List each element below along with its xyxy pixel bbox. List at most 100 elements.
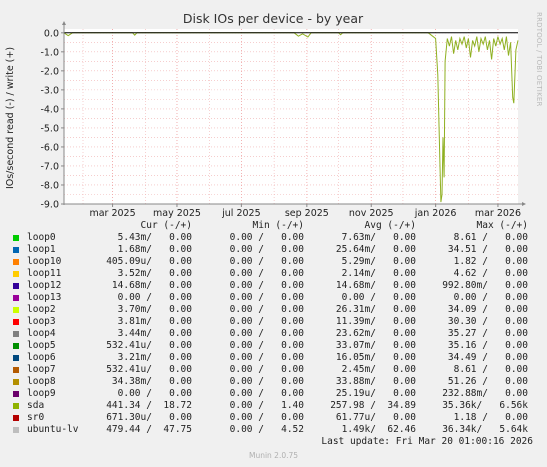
legend-row: sda 441.34 / 18.72 0.00 / 1.40 257.98 / 34.… — [0, 400, 547, 412]
legend-min-value: 0.00 / 0.00 — [229, 280, 304, 291]
y-axis-label: IOs/second read (-) / write (+) — [5, 47, 16, 189]
legend-min-value: 0.00 / 1.40 — [229, 400, 304, 411]
y-tick-label: -1.0 — [40, 47, 59, 58]
legend-row: loop8 34.38m/ 0.00 0.00 / 0.00 33.88m/ 0.00… — [0, 376, 547, 388]
legend-header: Cur (-/+) Min (-/+) Avg (-/+) Max (-/+) — [0, 220, 547, 232]
legend-max-value: 4.62 / 0.00 — [453, 268, 528, 279]
watermark: RRDTOOL / TOBI OETIKER — [535, 12, 543, 107]
legend-min-value: 0.00 / 0.00 — [229, 316, 304, 327]
legend-series-name: loop13 — [27, 292, 62, 303]
legend-series-name: loop4 — [27, 328, 56, 339]
legend-row: ubuntu-lv 479.44 / 47.75 0.00 / 4.52 1.49k/… — [0, 424, 547, 436]
legend-cur-value: 405.09u/ 0.00 — [106, 256, 192, 267]
legend-max-value: 51.26 / 0.00 — [447, 376, 528, 387]
legend-cur-value: 3.52m/ 0.00 — [117, 268, 192, 279]
legend-row: sr0 671.30u/ 0.00 0.00 / 0.00 61.77u/ 0.00 1… — [0, 412, 547, 424]
legend-series-name: ubuntu-lv — [27, 424, 79, 435]
legend-min-value: 0.00 / 0.00 — [229, 304, 304, 315]
legend-header-max: Max (-/+) — [476, 220, 528, 231]
y-axis-ticks: 0.0 -1.0 -2.0 -3.0 -4.0 -5.0 -6.0 -7.0 -8.0 -9.0 — [40, 28, 64, 211]
legend-avg-value: 7.63m/ 0.00 — [341, 232, 416, 243]
legend-swatch — [13, 259, 19, 265]
legend-max-value: 34.51 / 0.00 — [447, 244, 528, 255]
legend-max-value: 1.18 / 0.00 — [453, 412, 528, 423]
legend-avg-value: 1.49k/ 62.46 — [341, 424, 416, 435]
legend-series-name: sda — [27, 400, 45, 411]
legend-swatch — [13, 319, 19, 325]
last-update: Last update: Fri Mar 20 01:00:16 2026 — [321, 436, 533, 447]
legend-row: loop13 0.00 / 0.00 0.00 / 0.00 0.00 / 0.00 0… — [0, 292, 547, 304]
legend-min-value: 0.00 / 0.00 — [229, 292, 304, 303]
legend-row: loop6 3.21m/ 0.00 0.00 / 0.00 16.05m/ 0.00 3… — [0, 352, 547, 364]
legend-min-value: 0.00 / 0.00 — [229, 232, 304, 243]
legend-max-value: 0.00 / 0.00 — [453, 292, 528, 303]
legend-series-name: loop7 — [27, 364, 56, 375]
legend-min-value: 0.00 / 0.00 — [229, 340, 304, 351]
legend-row: loop3 3.81m/ 0.00 0.00 / 0.00 11.39m/ 0.00 3… — [0, 316, 547, 328]
y-tick-label: -8.0 — [40, 180, 59, 191]
legend-cur-value: 3.44m/ 0.00 — [117, 328, 192, 339]
x-axis-arrow — [522, 202, 526, 206]
legend-series-name: loop12 — [27, 280, 62, 291]
legend-row: loop1 1.68m/ 0.00 0.00 / 0.00 25.64m/ 0.00 3… — [0, 244, 547, 256]
legend-swatch — [13, 391, 19, 397]
x-tick-label: mar 2025 — [89, 208, 135, 219]
legend-max-value: 34.49 / 0.00 — [447, 352, 528, 363]
chart: Disk IOs per device - by year IOs/second… — [5, 11, 543, 219]
legend-min-value: 0.00 / 0.00 — [229, 412, 304, 423]
y-tick-label: -7.0 — [40, 161, 59, 172]
legend-swatch — [13, 295, 19, 301]
legend-swatch — [13, 355, 19, 361]
legend-cur-value: 5.43m/ 0.00 — [117, 232, 192, 243]
y-tick-label: -9.0 — [40, 200, 59, 211]
legend-avg-value: 23.62m/ 0.00 — [335, 328, 416, 339]
legend-cur-value: 0.00 / 0.00 — [117, 388, 192, 399]
legend-swatch — [13, 235, 19, 241]
legend-series-name: loop2 — [27, 304, 56, 315]
x-tick-label: jul 2025 — [221, 208, 261, 219]
y-tick-label: -5.0 — [40, 123, 59, 134]
legend-min-value: 0.00 / 0.00 — [229, 244, 304, 255]
legend-cur-value: 3.21m/ 0.00 — [117, 352, 192, 363]
legend-avg-value: 25.64m/ 0.00 — [335, 244, 416, 255]
legend-min-value: 0.00 / 0.00 — [229, 268, 304, 279]
y-tick-label: -2.0 — [40, 66, 59, 77]
legend-row: loop12 14.68m/ 0.00 0.00 / 0.00 14.68m/ 0.0… — [0, 280, 547, 292]
legend-avg-value: 0.00 / 0.00 — [341, 292, 416, 303]
legend-series-name: loop5 — [27, 340, 56, 351]
legend-max-value: 35.16 / 0.00 — [447, 340, 528, 351]
legend-cur-value: 479.44 / 47.75 — [106, 424, 192, 435]
legend-series-name: loop1 — [27, 244, 56, 255]
legend-swatch — [13, 415, 19, 421]
legend-swatch — [13, 379, 19, 385]
legend-row: loop7 532.41u/ 0.00 0.00 / 0.00 2.45m/ 0.00… — [0, 364, 547, 376]
legend-max-value: 34.09 / 0.00 — [447, 304, 528, 315]
legend-avg-value: 11.39m/ 0.00 — [335, 316, 416, 327]
legend-series-name: loop8 — [27, 376, 56, 387]
legend-row: loop4 3.44m/ 0.00 0.00 / 0.00 23.62m/ 0.00 3… — [0, 328, 547, 340]
y-tick-label: -4.0 — [40, 104, 59, 115]
legend-row: loop5 532.41u/ 0.00 0.00 / 0.00 33.07m/ 0.0… — [0, 340, 547, 352]
legend-row: loop9 0.00 / 0.00 0.00 / 0.00 25.19u/ 0.00 2… — [0, 388, 547, 400]
legend-row: loop10 405.09u/ 0.00 0.00 / 0.00 5.29m/ 0.0… — [0, 256, 547, 268]
legend-max-value: 30.30 / 0.00 — [447, 316, 528, 327]
legend-swatch — [13, 247, 19, 253]
legend-series-name: loop10 — [27, 256, 62, 267]
legend-header-avg: Avg (-/+) — [364, 220, 416, 231]
y-tick-label: 0.0 — [44, 28, 59, 39]
legend-max-value: 36.34k/ 5.64k — [442, 424, 528, 435]
legend-swatch — [13, 283, 19, 289]
legend-header-min: Min (-/+) — [252, 220, 304, 231]
chart-title: Disk IOs per device - by year — [183, 11, 364, 26]
munin-version: Munin 2.0.75 — [248, 451, 299, 460]
legend-cur-value: 34.38m/ 0.00 — [111, 376, 192, 387]
legend-max-value: 232.88m/ 0.00 — [442, 388, 528, 399]
legend-avg-value: 2.14m/ 0.00 — [341, 268, 416, 279]
legend-series-name: loop0 — [27, 232, 56, 243]
legend-swatch — [13, 427, 19, 433]
legend-min-value: 0.00 / 0.00 — [229, 352, 304, 363]
x-tick-label: may 2025 — [153, 208, 201, 219]
legend-min-value: 0.00 / 0.00 — [229, 256, 304, 267]
x-tick-label: mar 2026 — [475, 208, 521, 219]
legend-avg-value: 61.77u/ 0.00 — [335, 412, 416, 423]
